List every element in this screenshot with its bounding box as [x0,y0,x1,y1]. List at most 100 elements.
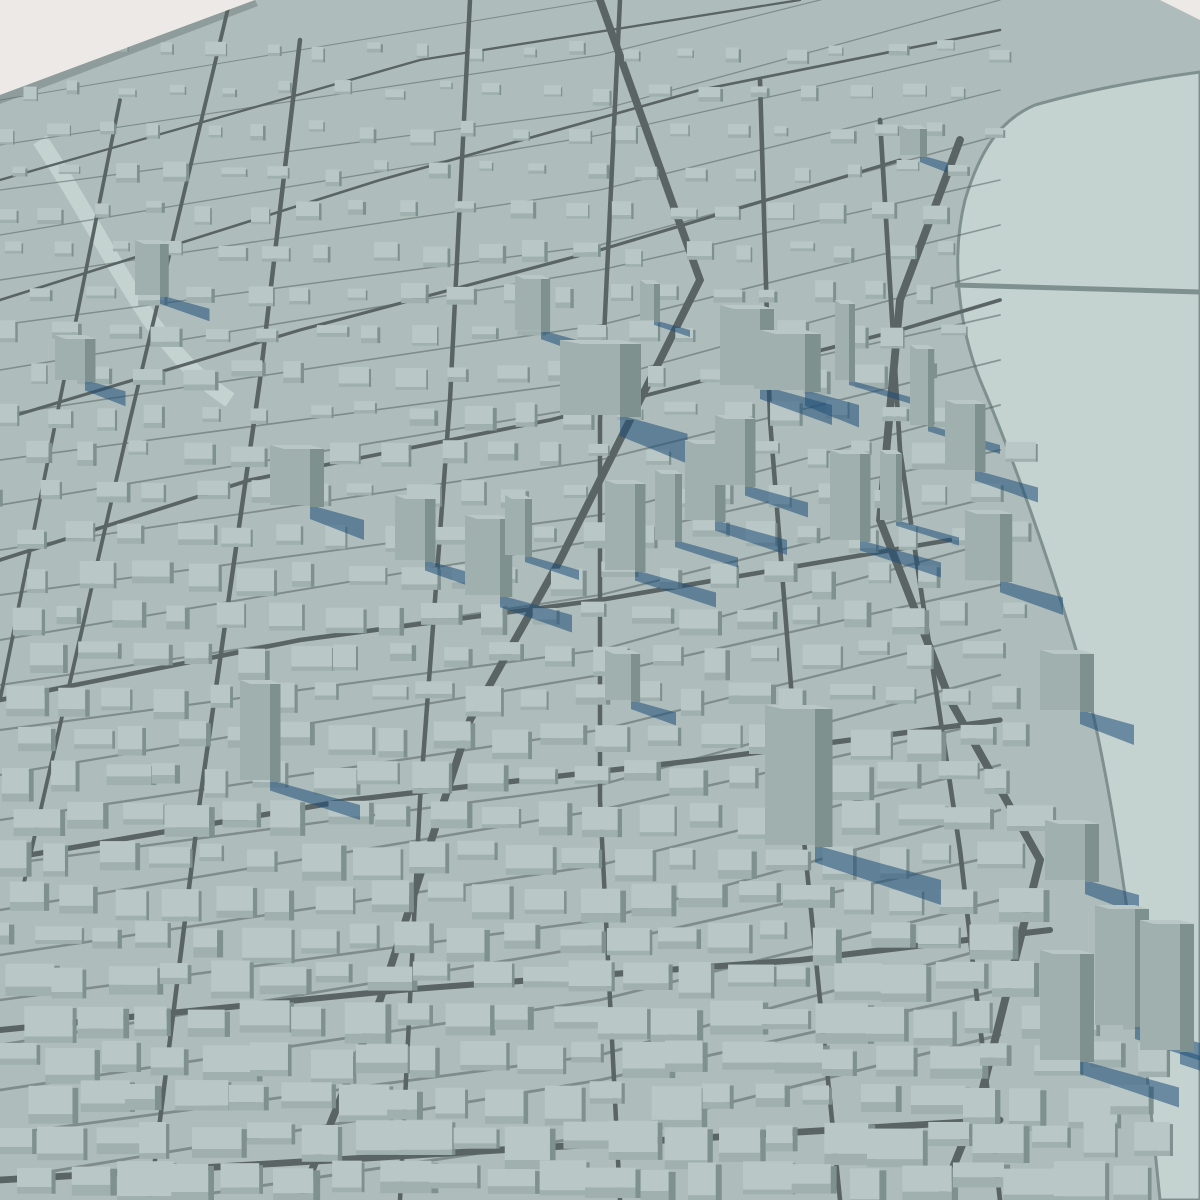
building-block [160,42,174,55]
building-block [460,1041,510,1071]
building-block [401,282,429,304]
building-block [767,202,795,221]
building-block [0,209,19,224]
tower [240,680,281,782]
building-block [460,120,476,137]
building-block [0,320,18,343]
building-block [135,921,171,948]
building-block [664,1040,708,1072]
building-block [937,40,955,51]
building-block [205,41,228,57]
building-block [1083,1121,1118,1158]
building-block [715,206,741,220]
building-block [538,801,573,836]
building-block [647,365,666,387]
building-block [880,964,932,1002]
building-block [204,769,229,798]
building-block [910,1085,971,1115]
building-block [588,443,610,456]
building-block [989,49,1012,63]
building-block [669,847,696,870]
tower [945,400,986,472]
tower [560,340,641,417]
building-block [1032,1125,1071,1148]
building-block [902,83,927,97]
building-block [555,287,574,309]
building-block [199,843,225,862]
tower [760,330,821,392]
building-block [334,80,353,95]
building-block [153,689,189,720]
building-block [834,963,888,1001]
building-block [13,809,66,837]
building-block [12,166,28,177]
building-block [74,729,115,749]
building-block [571,1041,604,1063]
building-block [631,883,677,917]
building-block [143,404,165,428]
building-block [791,1164,837,1194]
building-block [325,607,367,634]
building-block [191,1127,247,1158]
building-block [615,125,639,144]
building-block [977,841,1026,869]
building-block [964,1000,993,1034]
building-block [728,123,751,138]
building-block [357,761,400,785]
building-block [262,246,291,262]
building-block [841,800,880,835]
building-block [6,685,50,717]
building-block [273,1168,321,1200]
building-block [390,643,417,662]
building-block [698,87,724,102]
building-block [935,961,989,989]
tower [1040,950,1094,1062]
building-block [951,86,966,100]
building-block [651,1086,708,1130]
building-block [349,566,388,585]
building-block [112,241,130,252]
building-block [291,1006,326,1037]
tower [1140,920,1194,1052]
building-block [355,1044,415,1074]
building-block [877,762,922,789]
building-block [314,768,361,795]
building-block [866,1128,928,1168]
building-block [329,442,361,465]
building-block [728,964,777,987]
building-block [51,760,80,792]
building-block [315,886,356,915]
building-block [653,645,684,666]
building-block [115,889,150,921]
building-block [520,689,549,710]
building-block [216,602,247,628]
building-block [308,120,325,132]
building-block [371,880,414,913]
city-map-svg [0,0,1200,1200]
building-block [222,87,238,98]
building-block [66,80,80,95]
building-block [1003,602,1028,618]
building-block [517,1045,567,1075]
tower [900,125,927,157]
building-block [623,962,673,990]
building-block [774,1043,830,1074]
building-block [374,241,400,261]
building-block [423,246,451,268]
building-block [179,721,211,747]
building-block [374,160,389,172]
building-block [159,963,192,985]
building-block [611,284,634,301]
building-block [146,123,161,139]
building-block [410,129,436,146]
building-block [1002,722,1030,747]
building-block [56,605,82,625]
building-block [725,47,742,63]
building-block [92,927,122,949]
building-block [54,241,74,257]
building-block [134,1006,171,1037]
building-block [116,163,140,183]
building-block [29,288,53,302]
building-block [992,685,1021,710]
building-block [952,1162,1011,1188]
